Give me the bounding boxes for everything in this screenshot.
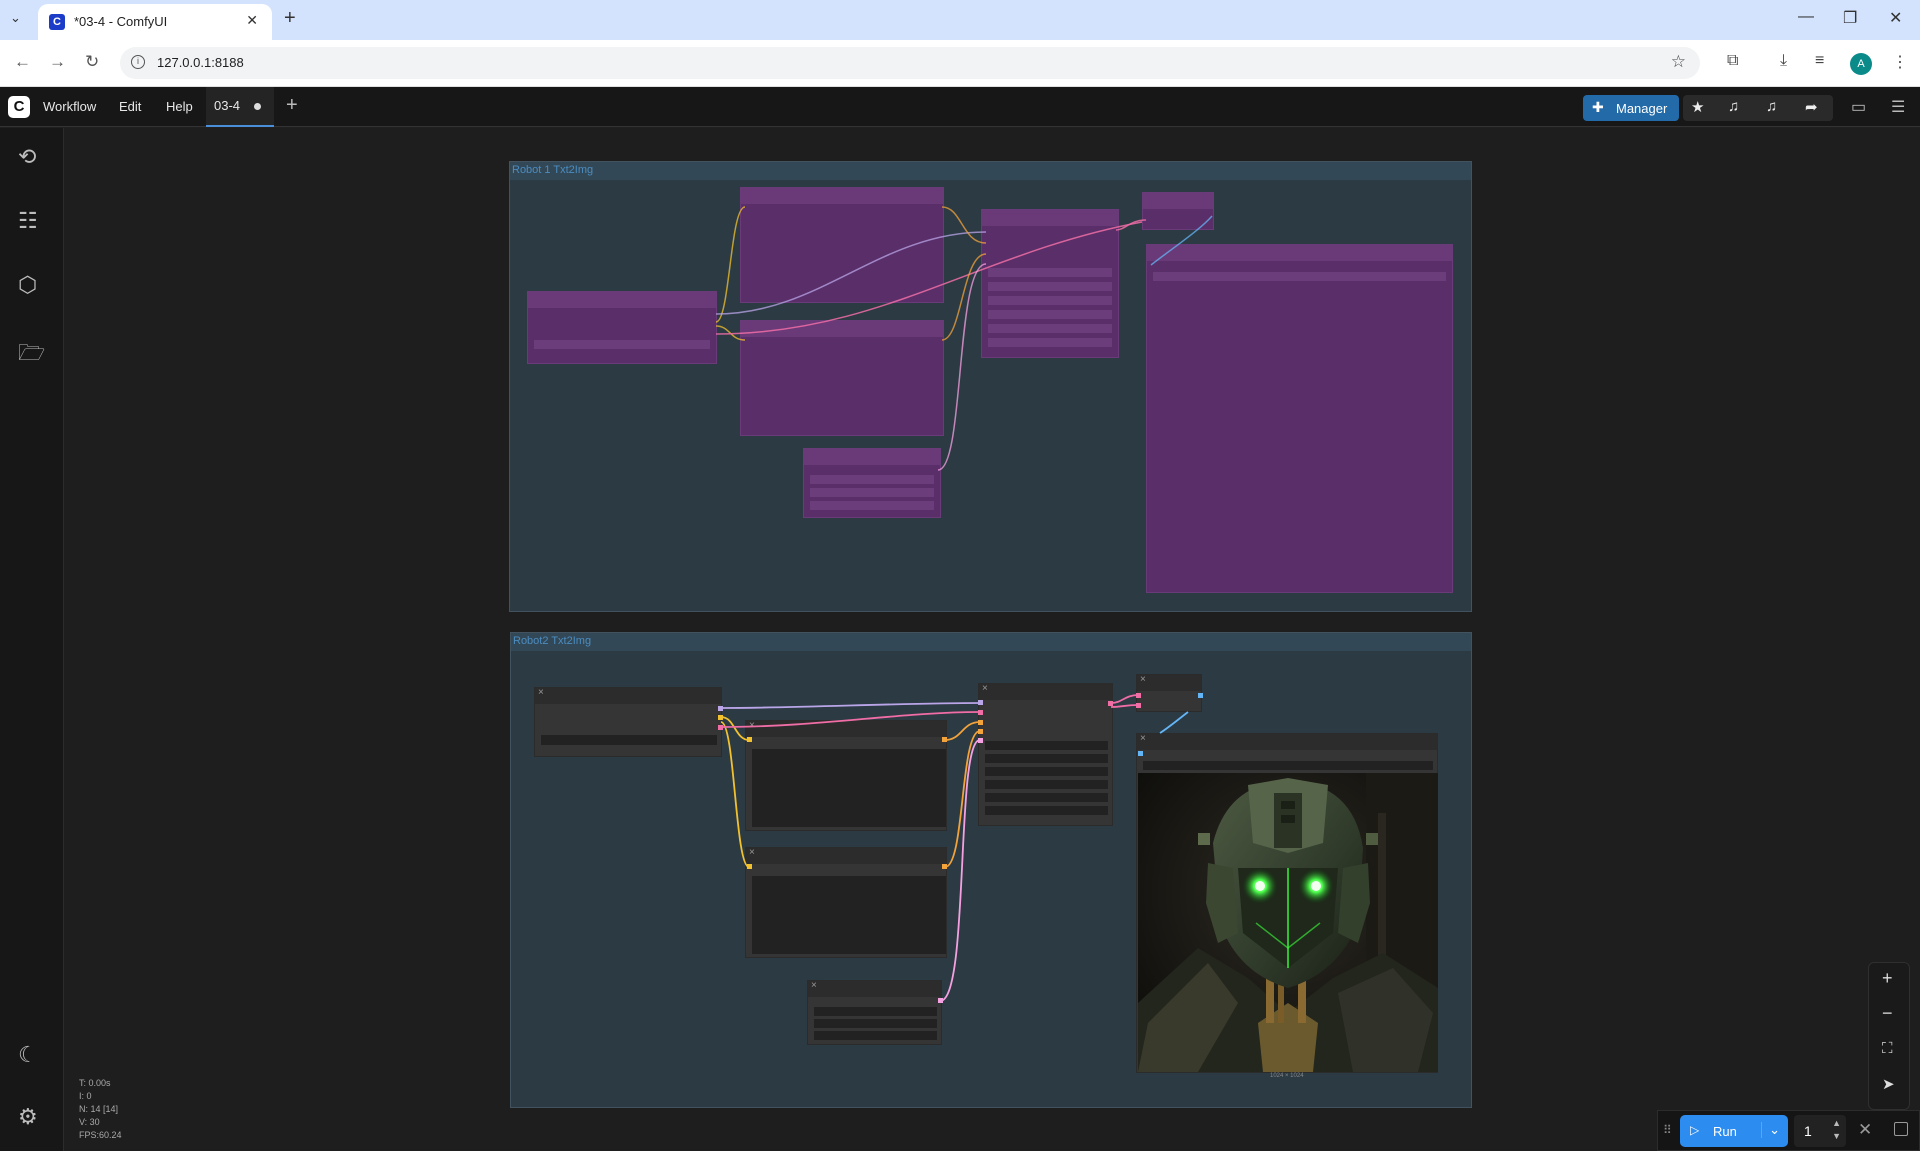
zoom-in-icon[interactable]: + <box>1882 968 1893 989</box>
stat-i: I: 0 <box>79 1091 92 1101</box>
cancel-icon[interactable]: ✕ <box>1858 1120 1872 1140</box>
run-button[interactable]: ▷ Run ⌄ <box>1680 1115 1788 1147</box>
stat-v: V: 30 <box>79 1117 100 1127</box>
batch-count-value: 1 <box>1804 1123 1812 1139</box>
stat-time: T: 0.00s <box>79 1078 111 1088</box>
run-label: Run <box>1713 1124 1737 1139</box>
node-links <box>715 206 1213 1003</box>
zoom-out-icon[interactable]: − <box>1882 1003 1893 1024</box>
batch-count-stepper[interactable]: 1 ▲ ▼ <box>1794 1115 1846 1147</box>
zoom-controls: + − ⛶ ➤ <box>1868 962 1910 1110</box>
play-icon: ▷ <box>1690 1123 1700 1137</box>
stat-fps: FPS:60.24 <box>79 1130 122 1140</box>
stepper-arrows-icon[interactable]: ▲ ▼ <box>1832 1117 1841 1143</box>
fit-view-icon[interactable]: ⛶ <box>1882 1040 1893 1057</box>
queue-panel-icon[interactable] <box>1894 1122 1908 1136</box>
drag-handle-icon[interactable]: ⠿ <box>1663 1123 1672 1137</box>
run-bar: ⠿ ▷ Run ⌄ 1 ▲ ▼ ✕ <box>1657 1110 1920 1151</box>
canvas-stats: T: 0.00s I: 0 N: 14 [14] V: 30 FPS:60.24 <box>79 1077 122 1142</box>
stat-nodes: N: 14 [14] <box>79 1104 119 1114</box>
run-options-chevron-icon[interactable]: ⌄ <box>1761 1122 1780 1138</box>
pointer-mode-icon[interactable]: ➤ <box>1882 1075 1895 1093</box>
